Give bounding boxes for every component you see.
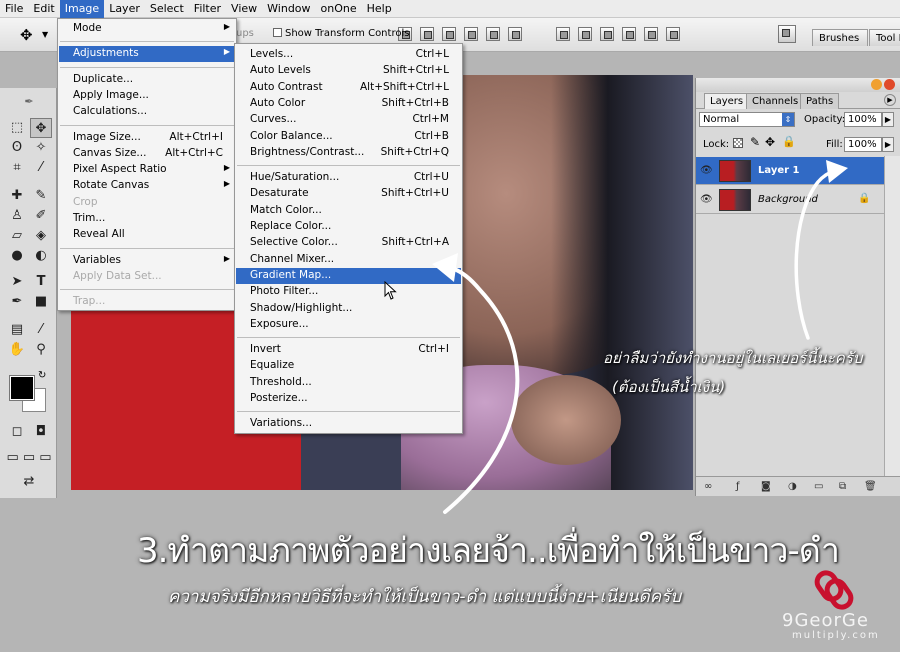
annotation-title: 3.ทำตามภาพตัวอย่างเลยจ้า..เพื่อทำให้เป็น… (137, 531, 840, 571)
watermark-name: 9GeorGe (782, 610, 869, 631)
annotation-subtitle: ความจริงมีอีกหลายวิธีที่จะทำให้เป็นขาว-ด… (168, 587, 681, 607)
arrowhead-gradient-map (432, 253, 458, 282)
arrow-to-gradient-map (443, 266, 520, 514)
arrowhead-layer-1 (826, 160, 848, 183)
side-note-1: อย่าลืมว่ายังทำงานอยู่ในเลเยอร์นี้นะครับ (603, 349, 863, 367)
arrow-to-layer-1 (794, 168, 838, 340)
watermark-site: multiply.com (792, 630, 880, 641)
watermark-logo-icon (814, 570, 854, 610)
side-note-2: (ต้องเป็นสีน้ำเงิน) (612, 378, 726, 396)
